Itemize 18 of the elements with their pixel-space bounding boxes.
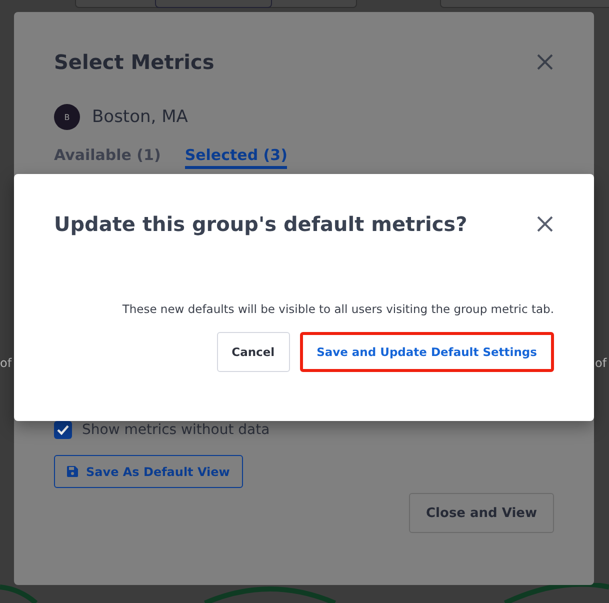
background-text: of — [0, 356, 12, 370]
background-text: of — [595, 356, 607, 370]
confirm-button[interactable]: Save and Update Default Settings — [300, 332, 554, 372]
location-avatar: B — [54, 104, 80, 130]
checkbox-label: Show metrics without data — [82, 422, 270, 438]
tab[interactable]: Available (1) — [54, 146, 161, 169]
close-and-view-button[interactable]: Close and View — [409, 493, 554, 533]
save-default-button[interactable]: Save As Default View — [54, 455, 243, 488]
dialog-message: These new defaults will be visible to all users visiting the group metric tab. — [121, 302, 554, 316]
close-icon[interactable] — [536, 215, 554, 233]
dialog-title: Update this group's default metrics? — [54, 212, 468, 236]
modal-title: Select Metrics — [54, 50, 214, 74]
cancel-button[interactable]: Cancel — [216, 332, 290, 372]
checkbox[interactable] — [54, 421, 72, 439]
close-icon[interactable] — [536, 53, 554, 71]
gauge-arc-icon — [0, 583, 40, 603]
location-name: Boston, MA — [92, 107, 188, 127]
tab[interactable]: Selected (3) — [184, 146, 288, 169]
